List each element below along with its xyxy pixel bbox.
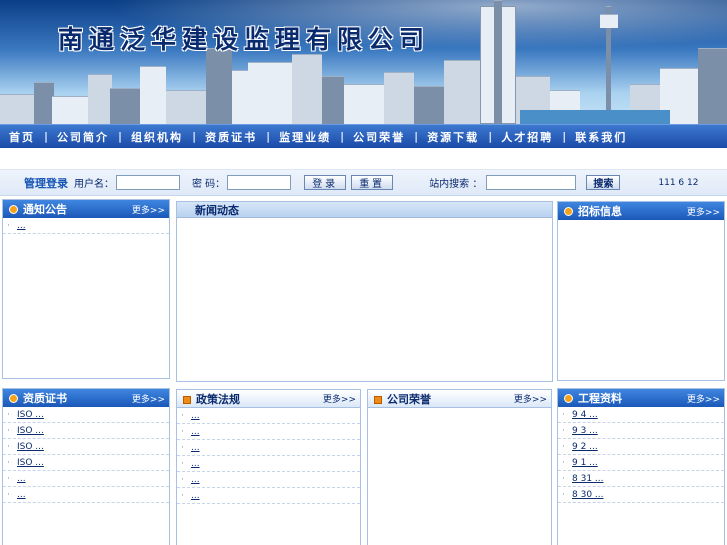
nav-contact[interactable]: 联系我们 — [566, 129, 636, 145]
search-label: 站内搜索 ： — [429, 179, 483, 190]
bidding-panel: 招标信息 更多>> — [557, 201, 725, 381]
notice-more-link[interactable]: 更多>> — [132, 203, 165, 216]
notice-title: 通知公告 — [23, 203, 67, 216]
list-item[interactable]: · ISO ... — [3, 455, 169, 471]
list-item[interactable]: · ISO ... — [3, 423, 169, 439]
projects-title: 工程资料 — [578, 392, 622, 405]
bidding-header: 招标信息 更多>> — [558, 202, 724, 220]
nav-downloads[interactable]: 资源下载 — [418, 129, 488, 145]
projects-more-link[interactable]: 更多>> — [687, 392, 720, 405]
list-item[interactable]: · 9 2 ... — [558, 439, 724, 455]
policy-header: 政策法规 更多>> — [177, 390, 360, 408]
login-button[interactable]: 登录 — [304, 175, 347, 190]
nav-organization[interactable]: 组织机构 — [122, 129, 192, 145]
password-input[interactable] — [227, 175, 292, 190]
bidding-title: 招标信息 — [578, 205, 622, 218]
notice-header: 通知公告 更多>> — [3, 200, 169, 218]
bidding-more-link[interactable]: 更多>> — [687, 205, 720, 218]
login-bar: 管理登录 用户名： 密 码： 登录 重置 站内搜索 ： 搜索 111 6 12 — [0, 170, 727, 196]
policy-more-link[interactable]: 更多>> — [323, 392, 356, 405]
honor-header: 公司荣誉 更多>> — [368, 390, 551, 408]
password-label: 密 码： — [192, 179, 226, 190]
list-item[interactable]: · 9 4 ... — [558, 407, 724, 423]
list-item[interactable]: · ISO ... — [3, 407, 169, 423]
list-item[interactable]: · ISO ... — [3, 439, 169, 455]
news-panel: 新闻动态 — [176, 201, 553, 382]
list-item[interactable]: · 8 31 ... — [558, 471, 724, 487]
honor-title: 公司荣誉 — [387, 392, 431, 406]
nav-certificates[interactable]: 资质证书 — [196, 129, 266, 145]
policy-title: 政策法规 — [196, 392, 240, 406]
list-item[interactable]: ·... — [177, 408, 360, 424]
honor-more-link[interactable]: 更多>> — [514, 392, 547, 405]
list-item[interactable]: ·... — [177, 488, 360, 504]
nav-company-intro[interactable]: 公司简介 — [48, 129, 118, 145]
certs-header: 资质证书 更多>> — [3, 389, 169, 407]
list-item[interactable]: · 9 3 ... — [558, 423, 724, 439]
square-bullet-icon — [183, 395, 191, 404]
list-item[interactable]: ·... — [177, 440, 360, 456]
list-item[interactable]: ·... — [3, 471, 169, 487]
login-title: 管理登录 — [24, 176, 68, 190]
company-name: 南通泛华建设监理有限公司 — [58, 25, 431, 54]
visitor-counter: 111 6 12 — [658, 177, 699, 188]
list-item[interactable]: ·... — [177, 424, 360, 440]
spacer-strip — [0, 148, 727, 170]
reset-button[interactable]: 重置 — [351, 175, 394, 190]
username-label: 用户名： — [74, 179, 114, 190]
list-item[interactable]: ·... — [3, 218, 169, 234]
square-bullet-icon — [374, 395, 382, 404]
bullet-icon — [9, 205, 18, 214]
nav-performance[interactable]: 监理业绩 — [270, 129, 340, 145]
search-button[interactable]: 搜索 — [586, 175, 621, 190]
honor-panel: 公司荣誉 更多>> — [367, 389, 552, 545]
bullet-icon — [9, 394, 18, 403]
list-item[interactable]: · 9 1 ... — [558, 455, 724, 471]
certs-panel: 资质证书 更多>> · ISO ... · ISO ... · ISO ... · IS… — [2, 388, 170, 545]
nav-recruitment[interactable]: 人才招聘 — [492, 129, 562, 145]
search-input[interactable] — [486, 175, 577, 190]
list-item[interactable]: ·... — [177, 456, 360, 472]
list-item[interactable]: ·... — [177, 472, 360, 488]
projects-panel: 工程资料 更多>> · 9 4 ... · 9 3 ... · 9 2 ... · 9 … — [557, 388, 725, 545]
policy-panel: 政策法规 更多>> ·... ·... ·... ·... ·... ·... — [176, 389, 361, 545]
nav-home[interactable]: 首页 — [0, 129, 44, 145]
list-item[interactable]: ·... — [3, 487, 169, 503]
bullet-icon — [564, 207, 573, 216]
certs-more-link[interactable]: 更多>> — [132, 392, 165, 405]
bullet-icon — [564, 394, 573, 403]
main-nav: 首页 | 公司简介 | 组织机构 | 资质证书 | 监理业绩 | 公司荣誉 | 资源下载 | … — [0, 124, 727, 148]
list-item[interactable]: · 8 30 ... — [558, 487, 724, 503]
news-title: 新闻动态 — [177, 202, 552, 218]
projects-header: 工程资料 更多>> — [558, 389, 724, 407]
username-input[interactable] — [116, 175, 180, 190]
notice-panel: 通知公告 更多>> ·... — [2, 199, 170, 379]
header-banner: 南通泛华建设监理有限公司 — [0, 0, 727, 124]
certs-title: 资质证书 — [23, 392, 67, 405]
nav-honors[interactable]: 公司荣誉 — [344, 129, 414, 145]
